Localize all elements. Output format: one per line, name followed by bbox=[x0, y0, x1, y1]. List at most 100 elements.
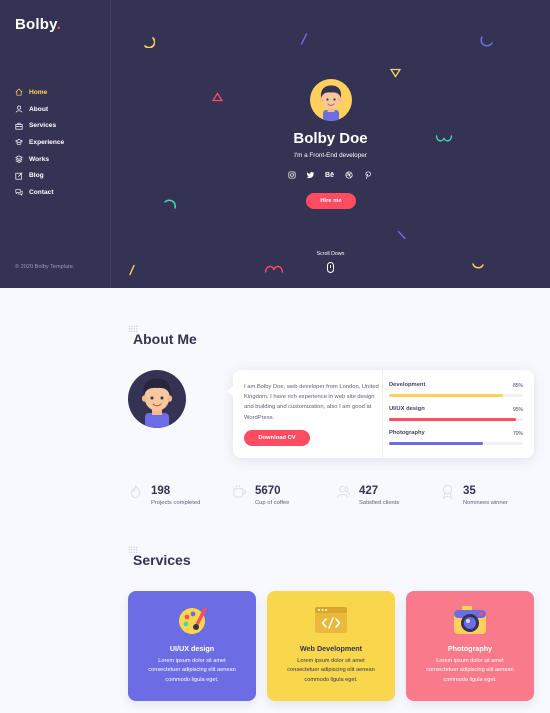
nav-item-blog[interactable]: Blog bbox=[15, 167, 64, 184]
nav-label: Contact bbox=[29, 188, 54, 196]
skill-name: Photography bbox=[389, 430, 425, 436]
stat-number: 427 bbox=[359, 485, 379, 497]
service-description: Lorem ipsum dolor sit amet consectetuer … bbox=[426, 658, 514, 683]
arc-shape-yellow-2 bbox=[472, 263, 484, 269]
stat-item: 427 Satisfied clients bbox=[336, 484, 436, 514]
hire-me-button[interactable]: Hire me bbox=[306, 193, 356, 209]
wave-shape-pink bbox=[264, 265, 284, 273]
bubbles-icon bbox=[15, 188, 23, 197]
mouse-scroll-icon[interactable] bbox=[327, 262, 334, 273]
briefcase-icon bbox=[15, 122, 23, 130]
line-shape-yellow bbox=[129, 264, 135, 276]
hero-section: Bolby Doe I'm a Front-End developer Bē H… bbox=[111, 0, 550, 288]
triangle-shape-yellow bbox=[390, 68, 401, 78]
people-icon bbox=[336, 485, 351, 498]
nav-label: Blog bbox=[29, 172, 44, 180]
triangle-shape-pink bbox=[212, 92, 223, 102]
dribbble-icon[interactable] bbox=[344, 170, 353, 180]
stat-number: 35 bbox=[463, 485, 476, 497]
hero-subtitle: I'm a Front-End developer bbox=[294, 152, 367, 159]
nav-label: Home bbox=[29, 88, 48, 96]
stats-row: 198 Projects completed 5670 Cup of coffe… bbox=[128, 484, 534, 514]
arc-shape-teal bbox=[164, 199, 177, 209]
skill-item: UI/UX design 95% bbox=[389, 406, 523, 430]
layers-icon bbox=[15, 155, 23, 163]
skill-track bbox=[389, 394, 523, 397]
fire-icon bbox=[130, 485, 141, 499]
copyright-text: © 2020 Bolby Template. bbox=[15, 264, 75, 270]
palette-icon bbox=[179, 607, 207, 634]
stat-item: 35 Nominees winner bbox=[440, 484, 540, 514]
arc-shape-blue bbox=[480, 36, 493, 47]
nav-item-home[interactable]: Home bbox=[15, 84, 64, 101]
stat-item: 198 Projects completed bbox=[128, 484, 228, 514]
service-card-uiux[interactable]: UI/UX design Lorem ipsum dolor sit amet … bbox=[128, 591, 256, 701]
service-title: Photography bbox=[447, 644, 493, 653]
scroll-down-label[interactable]: Scroll Down bbox=[111, 251, 550, 257]
download-cv-button[interactable]: Download CV bbox=[244, 430, 310, 446]
skill-name: UI/UX design bbox=[389, 406, 425, 412]
service-description: Lorem ipsum dolor sit amet consectetuer … bbox=[148, 658, 236, 683]
twitter-icon[interactable] bbox=[306, 170, 315, 180]
stat-label: Nominees winner bbox=[463, 500, 508, 506]
skill-value: 85% bbox=[512, 383, 523, 389]
line-shape-blue-2 bbox=[397, 230, 406, 240]
about-text: I am Bolby Doe, web developer from Londo… bbox=[244, 384, 379, 421]
services-title: Services bbox=[133, 552, 191, 568]
arc-shape-yellow bbox=[144, 37, 155, 48]
service-description: Lorem ipsum dolor sit amet consectetuer … bbox=[287, 658, 375, 683]
service-title: UI/UX design bbox=[169, 644, 215, 653]
stat-label: Projects completed bbox=[151, 500, 201, 506]
service-card-photography[interactable]: Photography Lorem ipsum dolor sit amet c… bbox=[406, 591, 534, 701]
skill-progress-bar bbox=[389, 394, 503, 397]
hero-name: Bolby Doe bbox=[293, 130, 368, 147]
skill-item: Photography 70% bbox=[389, 430, 523, 454]
skill-track bbox=[389, 442, 523, 445]
hero-avatar bbox=[310, 79, 352, 121]
nav-label: Services bbox=[29, 122, 57, 130]
user-icon bbox=[15, 105, 23, 113]
skill-name: Development bbox=[389, 382, 426, 388]
service-title: Web Development bbox=[299, 644, 363, 653]
code-window-icon bbox=[315, 607, 347, 633]
stat-item: 5670 Cup of coffee bbox=[232, 484, 332, 514]
service-card-web-development[interactable]: Web Development Lorem ipsum dolor sit am… bbox=[267, 591, 395, 701]
line-shape-blue bbox=[300, 33, 308, 45]
about-title: About Me bbox=[133, 331, 197, 347]
avatar-illustration bbox=[320, 85, 342, 121]
instagram-icon[interactable] bbox=[287, 170, 296, 180]
cup-icon bbox=[233, 485, 246, 498]
stat-label: Satisfied clients bbox=[359, 500, 400, 506]
camera-icon bbox=[454, 606, 486, 634]
skill-track bbox=[389, 418, 523, 421]
nav-label: Works bbox=[29, 155, 50, 163]
about-avatar bbox=[128, 370, 186, 428]
brand-logo[interactable]: Bolby. bbox=[15, 16, 61, 33]
skill-item: Development 85% bbox=[389, 382, 523, 406]
home-icon bbox=[15, 88, 23, 96]
skills-list: Development 85% UI/UX design 95% Photogr… bbox=[382, 370, 523, 458]
badge-icon bbox=[442, 484, 453, 499]
nav-label: About bbox=[29, 105, 49, 113]
stat-number: 5670 bbox=[255, 485, 281, 497]
note-icon bbox=[15, 172, 23, 180]
sidebar-nav: Home About Services Experience Works Blo… bbox=[15, 84, 64, 201]
skill-progress-bar bbox=[389, 418, 517, 421]
social-links: Bē bbox=[287, 170, 372, 180]
avatar-illustration bbox=[141, 378, 173, 428]
stat-label: Cup of coffee bbox=[255, 500, 290, 506]
skill-value: 70% bbox=[512, 431, 523, 437]
nav-item-contact[interactable]: Contact bbox=[15, 184, 64, 201]
nav-item-services[interactable]: Services bbox=[15, 117, 64, 134]
behance-icon[interactable]: Bē bbox=[325, 170, 334, 180]
nav-item-experience[interactable]: Experience bbox=[15, 134, 64, 151]
stat-number: 198 bbox=[151, 485, 171, 497]
skill-value: 95% bbox=[512, 407, 523, 413]
nav-item-about[interactable]: About bbox=[15, 101, 64, 118]
nav-item-works[interactable]: Works bbox=[15, 151, 64, 168]
about-card: I am Bolby Doe, web developer from Londo… bbox=[227, 370, 534, 458]
nav-label: Experience bbox=[29, 138, 65, 146]
graduation-icon bbox=[15, 138, 23, 146]
skill-progress-bar bbox=[389, 442, 483, 445]
pinterest-icon[interactable] bbox=[363, 170, 372, 180]
